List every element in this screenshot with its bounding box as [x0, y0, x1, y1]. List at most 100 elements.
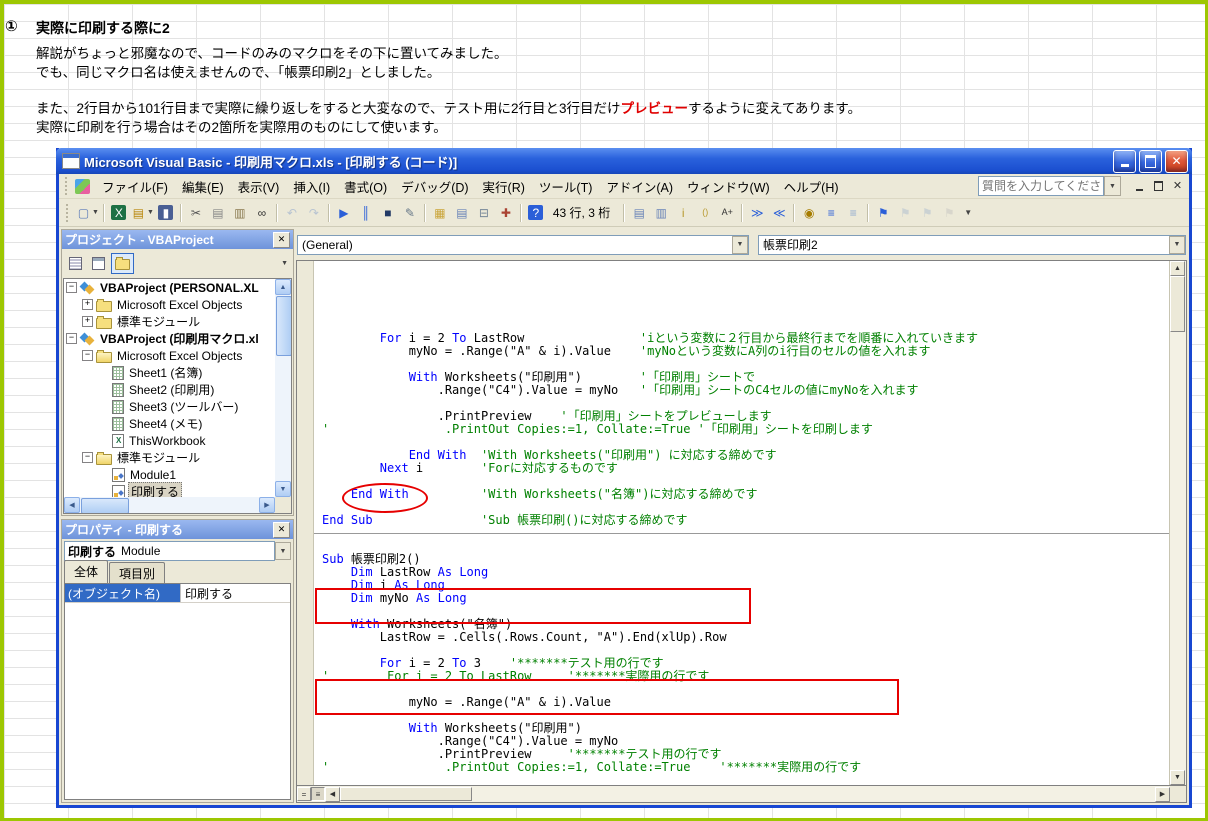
project-caption[interactable]: プロジェクト - VBAProject ✕	[62, 230, 293, 249]
menubar-grip[interactable]	[65, 177, 71, 195]
tree-item-8[interactable]: Sheet4 (メモ)	[64, 415, 275, 432]
code-editor[interactable]: For i = 2 To LastRow 'iという変数に２行目から最終行までを…	[296, 260, 1187, 786]
code-vscroll-thumb[interactable]	[1170, 276, 1185, 332]
code-hscroll-thumb[interactable]	[340, 787, 472, 801]
project-vscroll-thumb[interactable]	[276, 296, 292, 356]
menu-item-8[interactable]: アドイン(A)	[599, 174, 680, 199]
help-icon[interactable]: ?	[525, 203, 547, 223]
collapse-icon[interactable]: −	[82, 452, 93, 463]
property-value-cell[interactable]: 印刷する	[181, 584, 290, 602]
view-excel-icon[interactable]: X	[108, 203, 130, 223]
project-horizontal-scrollbar[interactable]: ◀ ▶	[64, 497, 275, 513]
menu-item-1[interactable]: 編集(E)	[175, 174, 231, 199]
toggle-folders-button[interactable]	[111, 253, 134, 274]
complete-word-icon[interactable]: A+	[716, 203, 738, 223]
code-vertical-scrollbar[interactable]: ▲ ▼	[1169, 261, 1186, 785]
tree-item-2[interactable]: +標準モジュール	[64, 313, 275, 330]
reset-icon[interactable]: ■	[377, 203, 399, 223]
collapse-icon[interactable]: −	[82, 350, 93, 361]
object-dropdown-arrow[interactable]: ▼	[732, 236, 748, 254]
toggle-breakpoint-icon[interactable]: ◉	[798, 203, 820, 223]
tree-item-10[interactable]: −標準モジュール	[64, 449, 275, 466]
menu-item-2[interactable]: 表示(V)	[231, 174, 287, 199]
list-constants-icon[interactable]: ▥	[650, 203, 672, 223]
tree-item-0[interactable]: −VBAProject (PERSONAL.XL	[64, 279, 275, 296]
maximize-button[interactable]	[1139, 150, 1162, 173]
clear-bookmarks-icon[interactable]: ⚑	[938, 203, 960, 223]
tab-categorized[interactable]: 項目別	[109, 562, 165, 583]
vbe-window-icon[interactable]	[62, 153, 80, 169]
menu-item-5[interactable]: デバッグ(D)	[394, 174, 475, 199]
comment-block-icon[interactable]: ≡	[820, 203, 842, 223]
menu-item-4[interactable]: 書式(O)	[337, 174, 394, 199]
save-icon[interactable]: ▮	[155, 203, 177, 223]
procedure-dropdown[interactable]: 帳票印刷2 ▼	[758, 235, 1186, 255]
properties-caption[interactable]: プロパティ - 印刷する ✕	[62, 520, 293, 539]
tree-item-6[interactable]: Sheet2 (印刷用)	[64, 381, 275, 398]
property-row[interactable]: (オブジェクト名) 印刷する	[65, 584, 290, 603]
minimize-button[interactable]	[1113, 150, 1136, 173]
code-scroll-right-icon[interactable]: ▶	[1155, 787, 1170, 802]
scroll-down-icon[interactable]: ▼	[275, 481, 291, 497]
view-code-button[interactable]	[65, 254, 86, 273]
tree-item-4[interactable]: −Microsoft Excel Objects	[64, 347, 275, 364]
project-close-button[interactable]: ✕	[273, 232, 290, 248]
next-bookmark-icon[interactable]: ⚑	[894, 203, 916, 223]
insert-object-icon[interactable]: ▤▼	[130, 203, 155, 223]
indent-icon[interactable]: ≫	[746, 203, 768, 223]
menu-item-9[interactable]: ウィンドウ(W)	[680, 174, 777, 199]
expand-icon[interactable]: +	[82, 299, 93, 310]
code-text[interactable]: For i = 2 To LastRow 'iという変数に２行目から最終行までを…	[314, 261, 1169, 785]
property-name-cell[interactable]: (オブジェクト名)	[65, 584, 181, 602]
properties-window-icon[interactable]: ▤	[451, 203, 473, 223]
cut-icon[interactable]: ✂	[185, 203, 207, 223]
toolbar-grip[interactable]	[66, 204, 72, 222]
scroll-up-icon[interactable]: ▲	[275, 279, 291, 295]
code-scroll-up-icon[interactable]: ▲	[1170, 261, 1185, 276]
menu-item-0[interactable]: ファイル(F)	[95, 174, 175, 199]
list-properties-icon[interactable]: ▤	[628, 203, 650, 223]
code-margin-indicator-bar[interactable]	[297, 261, 314, 785]
toolbox-icon[interactable]: ✚	[495, 203, 517, 223]
project-options-arrow[interactable]: ▼	[281, 260, 288, 267]
tree-item-12[interactable]: 印刷する	[64, 483, 275, 497]
redo-icon[interactable]: ↷	[303, 203, 325, 223]
tree-item-3[interactable]: −VBAProject (印刷用マクロ.xl	[64, 330, 275, 347]
insert-userform-icon-dropdown-arrow[interactable]: ▼	[92, 209, 99, 216]
mdi-close-button[interactable]: ✕	[1169, 179, 1186, 194]
project-hscroll-thumb[interactable]	[81, 498, 129, 514]
object-browser-icon[interactable]: ⊟	[473, 203, 495, 223]
tree-item-11[interactable]: Module1	[64, 466, 275, 483]
menu-item-7[interactable]: ツール(T)	[532, 174, 599, 199]
uncomment-block-icon[interactable]: ≡	[842, 203, 864, 223]
previous-bookmark-icon[interactable]: ⚑	[916, 203, 938, 223]
run-icon[interactable]: ▶	[333, 203, 355, 223]
mdi-minimize-button[interactable]	[1131, 179, 1148, 194]
tree-item-1[interactable]: +Microsoft Excel Objects	[64, 296, 275, 313]
tree-item-7[interactable]: Sheet3 (ツールバー)	[64, 398, 275, 415]
insert-userform-icon[interactable]: ▢▼	[75, 203, 100, 223]
break-icon[interactable]: ║	[355, 203, 377, 223]
question-dropdown-arrow[interactable]: ▼	[1104, 176, 1121, 196]
menu-item-10[interactable]: ヘルプ(H)	[777, 174, 846, 199]
toolbar-options-arrow[interactable]: ▼	[964, 208, 972, 217]
menu-item-6[interactable]: 実行(R)	[476, 174, 532, 199]
collapse-icon[interactable]: −	[66, 333, 77, 344]
outdent-icon[interactable]: ≪	[768, 203, 790, 223]
paste-icon[interactable]: ▥	[229, 203, 251, 223]
design-mode-icon[interactable]: ✎	[399, 203, 421, 223]
properties-close-button[interactable]: ✕	[273, 522, 290, 538]
insert-object-icon-dropdown-arrow[interactable]: ▼	[147, 209, 154, 216]
scroll-left-icon[interactable]: ◀	[64, 497, 80, 513]
project-explorer-icon[interactable]: ▦	[429, 203, 451, 223]
parameter-info-icon[interactable]: ()	[694, 203, 716, 223]
object-selector[interactable]: 印刷する Module	[64, 541, 275, 561]
copy-icon[interactable]: ▤	[207, 203, 229, 223]
code-scroll-left-icon[interactable]: ◀	[325, 787, 340, 802]
collapse-icon[interactable]: −	[66, 282, 77, 293]
tab-alphabetic[interactable]: 全体	[64, 560, 108, 583]
tree-item-5[interactable]: Sheet1 (名簿)	[64, 364, 275, 381]
code-scroll-down-icon[interactable]: ▼	[1170, 770, 1185, 785]
toggle-bookmark-icon[interactable]: ⚑	[872, 203, 894, 223]
view-object-button[interactable]	[88, 254, 109, 273]
